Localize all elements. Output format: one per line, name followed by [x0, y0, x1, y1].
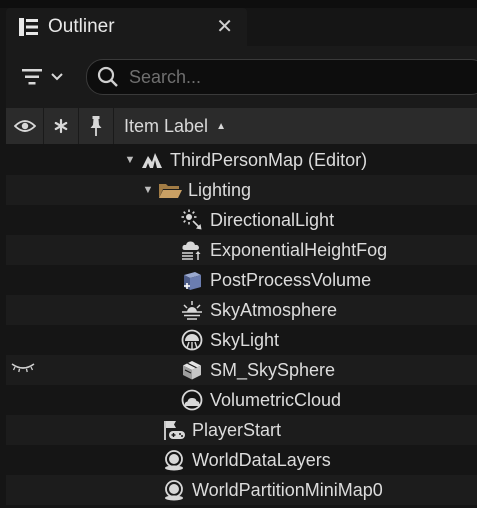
- tree-row[interactable]: ▼ ThirdPersonMap (Editor): [6, 145, 477, 175]
- player-start-icon: [162, 419, 186, 441]
- directional-light-icon: [180, 209, 204, 231]
- tree-item-label: SkyAtmosphere: [210, 299, 338, 320]
- outliner-icon: [18, 17, 40, 37]
- visibility-column-header[interactable]: [6, 108, 44, 144]
- tree-item-label: ExponentialHeightFog: [210, 239, 388, 260]
- tree-item-label: WorldDataLayers: [192, 449, 331, 470]
- tree-row[interactable]: DirectionalLight: [6, 205, 477, 235]
- tree-row[interactable]: WorldPartitionMiniMap0: [6, 475, 477, 505]
- asterisk-icon: [54, 118, 68, 134]
- toolbar: [6, 46, 477, 108]
- visibility-toggle[interactable]: [10, 481, 40, 499]
- tree-row[interactable]: SM_SkySphere: [6, 355, 477, 385]
- chevron-down-icon[interactable]: ▼: [124, 154, 136, 166]
- tree-item-label: DirectionalLight: [210, 209, 335, 230]
- tree-item-label: WorldPartitionMiniMap0: [192, 479, 383, 500]
- title-strip: [0, 0, 477, 8]
- close-icon[interactable]: ✕: [216, 17, 233, 37]
- visibility-toggle[interactable]: [10, 211, 40, 229]
- eye-icon: [13, 120, 36, 132]
- sort-ascending-icon[interactable]: ▲: [216, 121, 226, 132]
- folder-open-icon: [158, 179, 182, 201]
- item-label-column-header[interactable]: Item Label: [124, 116, 208, 137]
- sky-light-icon: [180, 329, 204, 351]
- favorite-column-header[interactable]: [44, 108, 79, 144]
- pin-column-header[interactable]: [79, 108, 114, 144]
- filter-icon: [22, 69, 63, 85]
- visibility-toggle[interactable]: [10, 331, 40, 349]
- tree-item-label: ThirdPersonMap (Editor): [170, 149, 368, 170]
- search-icon: [97, 66, 118, 87]
- search-box[interactable]: [86, 59, 477, 95]
- visibility-toggle[interactable]: [10, 421, 40, 439]
- visibility-toggle[interactable]: [10, 151, 40, 169]
- tree-row[interactable]: SkyAtmosphere: [6, 295, 477, 325]
- tree-item-label: PlayerStart: [192, 419, 282, 440]
- tree-row[interactable]: PostProcessVolume: [6, 265, 477, 295]
- visibility-toggle[interactable]: [10, 241, 40, 259]
- actor-icon: [162, 449, 186, 471]
- outliner-tree: ▼ ThirdPersonMap (Editor) ▼ Lighting Dir…: [6, 145, 477, 505]
- volumetric-cloud-icon: [180, 389, 204, 411]
- post-process-volume-icon: [180, 269, 204, 291]
- tree-row[interactable]: SkyLight: [6, 325, 477, 355]
- panel-title: Outliner: [48, 16, 115, 37]
- tree-item-label: PostProcessVolume: [210, 269, 372, 290]
- static-mesh-icon: [180, 359, 204, 381]
- visibility-toggle[interactable]: [10, 391, 40, 409]
- tree-row[interactable]: VolumetricCloud: [6, 385, 477, 415]
- actor-icon: [162, 479, 186, 501]
- visibility-toggle[interactable]: [10, 271, 40, 289]
- visibility-toggle[interactable]: [10, 301, 40, 319]
- tree-row[interactable]: ▼ Lighting: [6, 175, 477, 205]
- level-icon: [140, 149, 164, 171]
- tree-item-label: VolumetricCloud: [210, 389, 342, 410]
- tree-item-label: Lighting: [188, 179, 252, 200]
- tree-item-label: SM_SkySphere: [210, 359, 336, 380]
- pin-icon: [90, 116, 102, 136]
- visibility-toggle[interactable]: [10, 451, 40, 469]
- eye-closed-icon: [11, 363, 35, 373]
- tree-row[interactable]: WorldDataLayers: [6, 445, 477, 475]
- filter-button[interactable]: [22, 64, 72, 90]
- tree-item-label: SkyLight: [210, 329, 280, 350]
- height-fog-icon: [180, 239, 204, 261]
- visibility-toggle[interactable]: [10, 361, 40, 379]
- chevron-down-icon[interactable]: ▼: [142, 184, 154, 196]
- visibility-toggle[interactable]: [10, 181, 40, 199]
- tree-row[interactable]: ExponentialHeightFog: [6, 235, 477, 265]
- tree-row[interactable]: PlayerStart: [6, 415, 477, 445]
- outliner-tab[interactable]: Outliner ✕: [6, 8, 247, 46]
- column-header: Item Label ▲: [6, 108, 477, 144]
- sky-atmosphere-icon: [180, 299, 204, 321]
- search-input[interactable]: [127, 65, 431, 89]
